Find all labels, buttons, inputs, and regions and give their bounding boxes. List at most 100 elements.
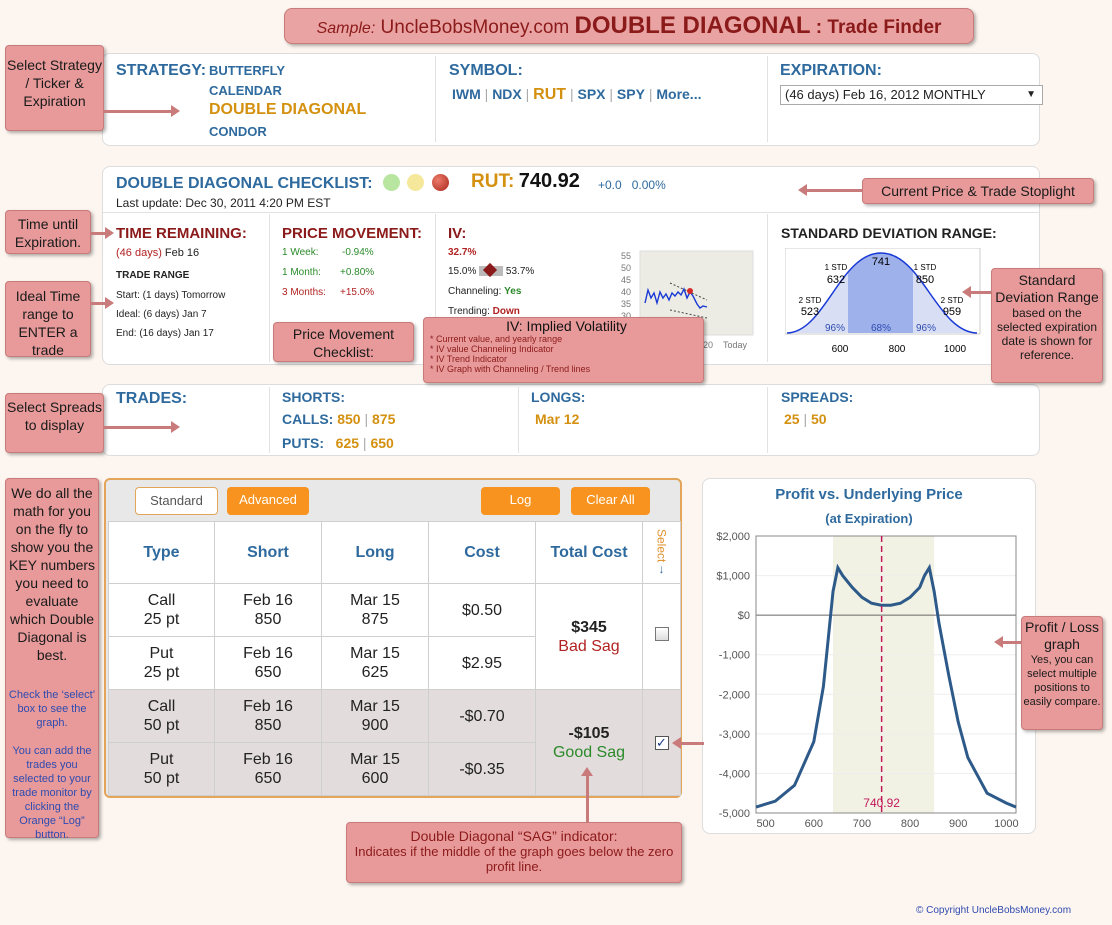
trade-range-end: End: (16 days) Jan 17 (116, 328, 214, 339)
time-remaining-label: TIME REMAINING: (116, 225, 247, 242)
svg-text:96%: 96% (825, 323, 845, 334)
table-row: Call 50 pt Feb 16 850 Mar 15 900 -$0.70 -$1… (108, 689, 681, 796)
y-tick-label: -2,000 (719, 689, 750, 701)
shorts-label: SHORTS: (282, 389, 345, 405)
trade-table: Type Short Long Cost Total Cost Select ↓ … (108, 521, 681, 796)
stdev-r1: 850 (916, 274, 934, 286)
checklist-title: DOUBLE DIAGONAL CHECKLIST: (116, 175, 373, 192)
note-time: Time until Expiration. (5, 210, 91, 254)
copyright: © Copyright UncleBobsMoney.com (916, 905, 1072, 916)
symbol-iwm[interactable]: IWM (452, 86, 481, 102)
title-site: UncleBobsMoney.com (380, 17, 570, 38)
iv-axis-40: 40 (621, 287, 631, 297)
longs-label: LONGS: (531, 389, 586, 405)
strategy-calendar[interactable]: CALENDAR (209, 83, 282, 98)
iv-range-bar (479, 263, 504, 278)
svg-text:800: 800 (889, 344, 906, 355)
y-tick-label: $2,000 (716, 531, 750, 543)
symbol-more[interactable]: More... (656, 86, 701, 102)
x-tick-label: 600 (805, 818, 823, 830)
call-850[interactable]: 850 (337, 411, 360, 427)
spreads-row: 25 | 50 (784, 411, 827, 427)
stoplight (383, 174, 449, 196)
expiration-value: (46 days) Feb 16, 2012 MONTHLY (785, 87, 986, 102)
stdev-chart: 741 1 STD 632 1 STD 850 2 STD 523 2 STD … (785, 248, 981, 355)
trades-label: TRADES: (116, 390, 188, 407)
trade-range-label: TRADE RANGE (116, 270, 190, 281)
stdev-center: 741 (872, 256, 890, 268)
note-profit-loss: Profit / Loss graph Yes, you can select … (1021, 616, 1103, 730)
iv-axis-55: 55 (621, 251, 631, 261)
strategy-butterfly[interactable]: BUTTERFLY (209, 63, 285, 78)
puts-row: PUTS: 625 | 650 (282, 435, 394, 451)
red-light-icon (431, 174, 449, 191)
stdev-l1: 632 (827, 274, 845, 286)
note-move: Price Movement Checklist: (273, 322, 414, 362)
price-change: +0.0 0.00% (598, 178, 666, 192)
svg-text:68%: 68% (871, 323, 891, 334)
profit-chart: $2,000 $1,000 $0 -1,000 -2,000 -3,000 -4,000 -5… (716, 531, 1018, 830)
symbol-label: SYMBOL: (449, 62, 523, 79)
clear-all-button[interactable]: Clear All (571, 487, 650, 515)
put-650[interactable]: 650 (370, 435, 393, 451)
strategy-condor[interactable]: CONDOR (209, 124, 267, 139)
strategy-double-diagonal[interactable]: DOUBLE DIAGONAL (209, 101, 366, 119)
move-row-month: 1 Month: +0.80% (282, 267, 375, 278)
table-row: Call 25 pt Feb 16 850 Mar 15 875 $0.50 $345… (108, 583, 681, 690)
time-remaining-value: (46 days) Feb 16 (116, 247, 200, 259)
chart-subtitle: (at Expiration) (825, 511, 913, 526)
note-spreads: Select Spreads to display (5, 393, 104, 453)
select-checkbox-2[interactable]: ✓ (654, 736, 669, 750)
x-tick-label: 700 (853, 818, 871, 830)
col-cost: Cost (428, 521, 536, 584)
move-row-week: 1 Week: -0.94% (282, 247, 374, 258)
iv-x-today: Today (723, 340, 748, 350)
svg-text:1000: 1000 (944, 344, 967, 355)
note-ideal: Ideal Time range to ENTER a trade (5, 281, 91, 358)
col-type: Type (108, 521, 215, 584)
symbol-ndx[interactable]: NDX (492, 86, 522, 102)
symbol-spx[interactable]: SPX (577, 86, 605, 102)
symbol-list: IWM | NDX | RUT | SPX | SPY | More... (452, 86, 702, 103)
sag-indicator-2: Good Sag (552, 743, 626, 761)
calls-row: CALLS: 850 | 875 (282, 411, 396, 427)
spread-50[interactable]: 50 (811, 411, 827, 427)
current-price-label: 740.92 (863, 796, 900, 810)
total-cost-1: $345 (571, 618, 607, 636)
svg-text:1 STD: 1 STD (825, 263, 848, 272)
svg-text:2 STD: 2 STD (941, 296, 964, 305)
title-strategy: DOUBLE DIAGONAL (574, 12, 811, 39)
trade-range-start: Start: (1 days) Tomorrow (116, 290, 226, 301)
standard-button[interactable]: Standard (135, 487, 218, 515)
svg-text:1 STD: 1 STD (914, 263, 937, 272)
note-sag: Double Diagonal “SAG” indicator: Indicat… (346, 822, 682, 883)
stdev-r2: 959 (943, 306, 961, 318)
sag-indicator-1: Bad Sag (558, 637, 620, 655)
iv-trending: Trending: Down (448, 306, 520, 317)
green-light-icon (383, 174, 400, 191)
symbol-spy[interactable]: SPY (617, 86, 645, 102)
title-banner: Sample: UncleBobsMoney.com DOUBLE DIAGON… (284, 8, 974, 44)
x-tick-label: 900 (949, 818, 967, 830)
spread-25[interactable]: 25 (784, 411, 800, 427)
col-long: Long (321, 521, 429, 584)
long-mar12[interactable]: Mar 12 (535, 411, 579, 427)
trade-range-ideal: Ideal: (6 days) Jan 7 (116, 309, 207, 320)
call-875[interactable]: 875 (372, 411, 395, 427)
expiration-select[interactable]: (46 days) Feb 16, 2012 MONTHLY ▼ (780, 85, 1043, 105)
note-stdev: Standard Deviation Range based on the se… (991, 268, 1103, 383)
iv-channeling: Channeling: Yes (448, 286, 522, 297)
current-price: RUT: 740.92 (471, 170, 580, 192)
log-button[interactable]: Log (481, 487, 560, 515)
advanced-button[interactable]: Advanced (227, 487, 309, 515)
select-checkbox-1[interactable] (654, 627, 669, 641)
iv-axis-35: 35 (621, 299, 631, 309)
svg-text:2 STD: 2 STD (799, 296, 822, 305)
symbol-rut[interactable]: RUT (533, 86, 566, 103)
y-tick-label: $1,000 (716, 571, 750, 583)
last-update: Last update: Dec 30, 2011 4:20 PM EST (116, 196, 331, 210)
x-tick-label: 1000 (994, 818, 1018, 830)
chart-title: Profit vs. Underlying Price (775, 486, 963, 503)
y-tick-label: -5,000 (719, 808, 750, 820)
put-625[interactable]: 625 (336, 435, 359, 451)
